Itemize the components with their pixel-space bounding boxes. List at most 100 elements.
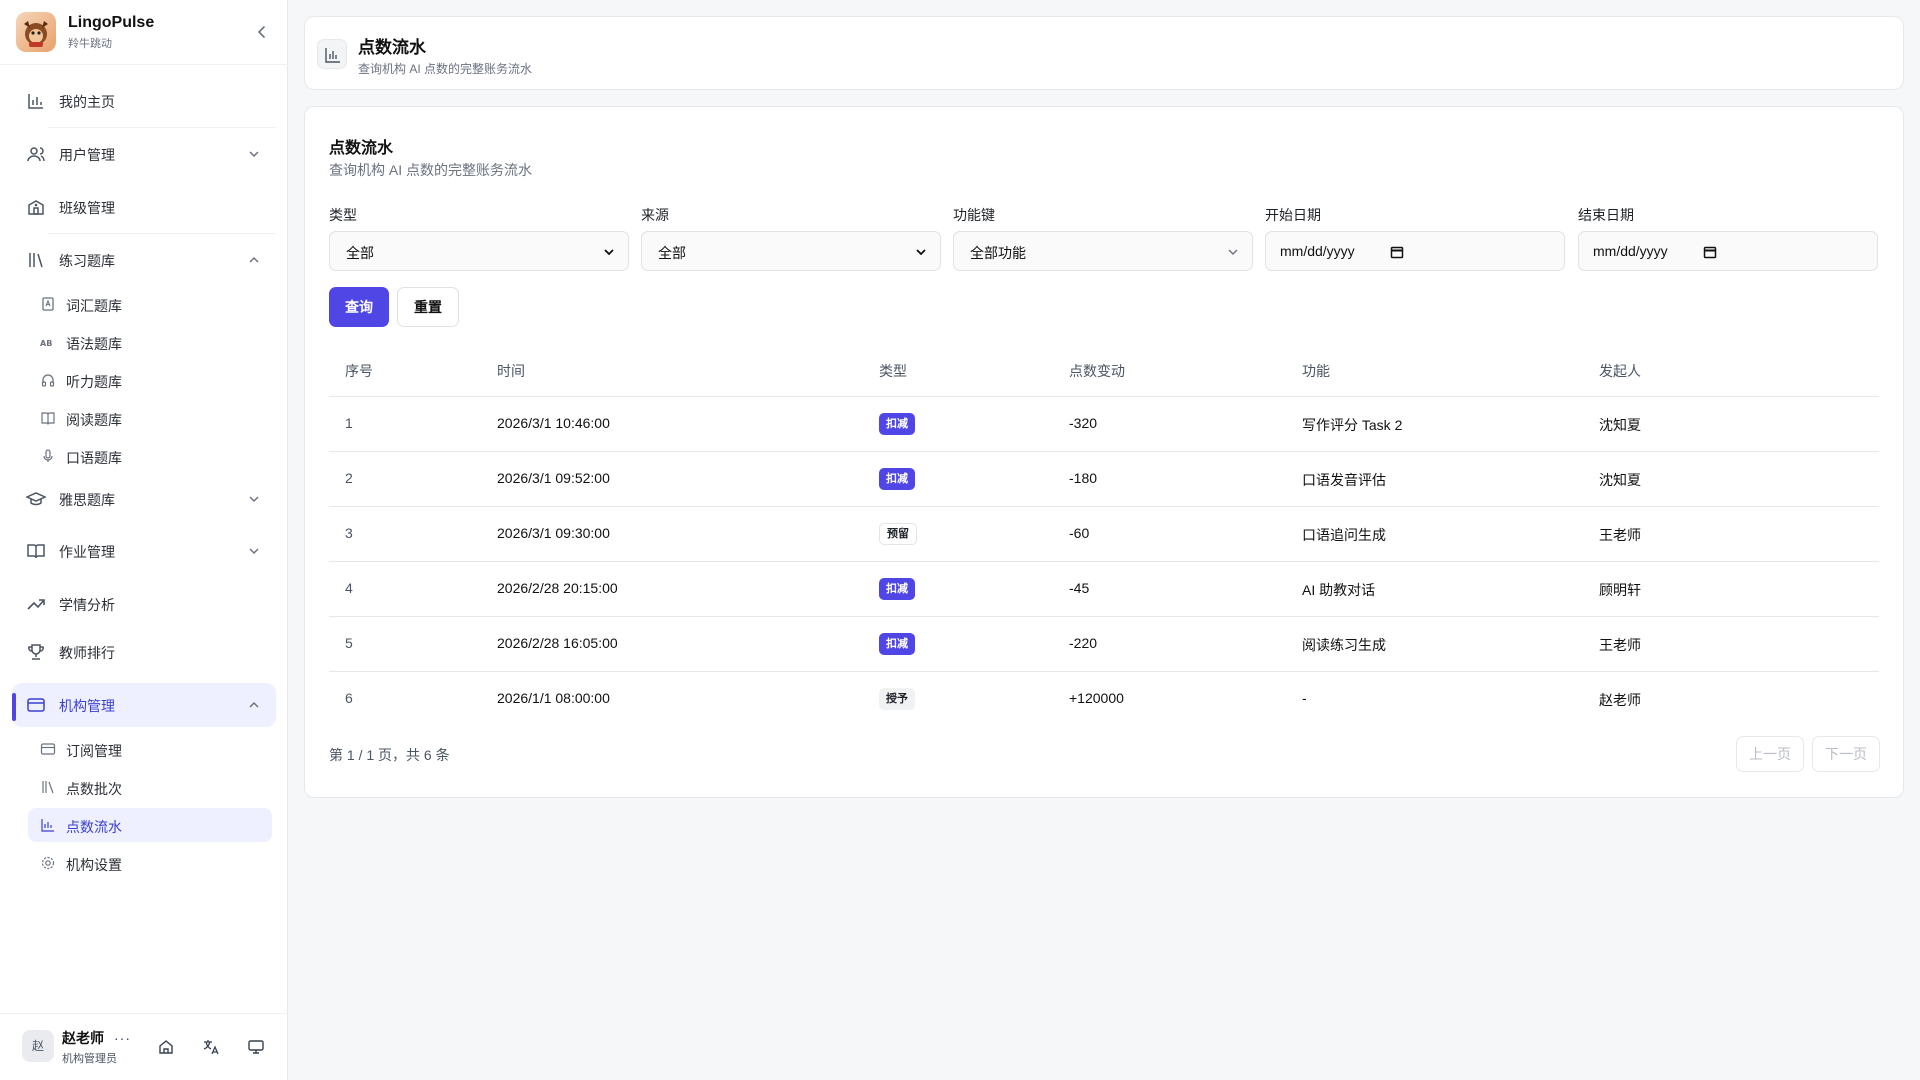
sidebar-subitem-label: 阅读题库 bbox=[66, 412, 122, 428]
filter-feature-select[interactable]: 全部功能 bbox=[953, 231, 1253, 271]
calendar-icon[interactable] bbox=[1703, 245, 1717, 259]
filter-type-value: 全部 bbox=[346, 245, 374, 261]
cell-index: 5 bbox=[345, 635, 353, 651]
sidebar-subitem-label: 机构设置 bbox=[66, 857, 122, 873]
filter-start-label: 开始日期 bbox=[1265, 207, 1321, 223]
sidebar-subitem-label: 点数批次 bbox=[66, 781, 122, 797]
cell-feature: 阅读练习生成 bbox=[1302, 637, 1386, 653]
cell-initiator: 顾明轩 bbox=[1599, 582, 1641, 598]
cell-initiator: 沈知夏 bbox=[1599, 417, 1641, 433]
sidebar-item-home[interactable]: 我的主页 bbox=[12, 79, 276, 123]
translate-icon[interactable] bbox=[202, 1038, 220, 1056]
column-header: 时间 bbox=[497, 363, 525, 379]
sidebar-item-practice-bank[interactable]: 练习题库 bbox=[12, 238, 276, 282]
collapse-sidebar-button[interactable] bbox=[252, 22, 272, 42]
sidebar-item-label: 作业管理 bbox=[59, 544, 115, 560]
user-more-button[interactable]: ··· bbox=[114, 1030, 131, 1046]
chevron-up-icon bbox=[249, 701, 259, 708]
reset-button[interactable]: 重置 bbox=[397, 287, 459, 327]
trending-up-icon bbox=[27, 599, 45, 610]
home-icon[interactable] bbox=[157, 1038, 175, 1056]
sidebar-item-org-management[interactable]: 机构管理 bbox=[12, 683, 276, 727]
sidebar-subitem-grammar[interactable]: AB 语法题库 bbox=[28, 325, 272, 359]
start-date-input[interactable]: mm/dd/yyyy bbox=[1265, 231, 1565, 271]
chevron-down-icon bbox=[249, 151, 259, 158]
cell-initiator: 王老师 bbox=[1599, 527, 1641, 543]
table-row[interactable]: 4 2026/2/28 20:15:00 扣减 -45 AI 助教对话 顾明轩 bbox=[329, 562, 1879, 617]
column-header: 功能 bbox=[1302, 363, 1330, 379]
library-icon bbox=[29, 253, 43, 268]
end-date-value: mm/dd/yyyy bbox=[1593, 243, 1668, 259]
filter-source-select[interactable]: 全部 bbox=[641, 231, 941, 271]
end-date-input[interactable]: mm/dd/yyyy bbox=[1578, 231, 1878, 271]
start-date-value: mm/dd/yyyy bbox=[1280, 243, 1355, 259]
sidebar-subitem-subscriptions[interactable]: 订阅管理 bbox=[28, 732, 272, 766]
sidebar-item-label: 教师排行 bbox=[59, 645, 115, 661]
filter-type-select[interactable]: 全部 bbox=[329, 231, 629, 271]
sidebar-item-label: 雅思题库 bbox=[59, 492, 115, 508]
page-header-icon-box bbox=[317, 39, 347, 69]
table-row[interactable]: 1 2026/3/1 10:46:00 扣减 -320 写作评分 Task 2 … bbox=[329, 397, 1879, 452]
cell-index: 2 bbox=[345, 470, 353, 486]
sidebar-item-label: 用户管理 bbox=[59, 147, 115, 163]
app-subtitle: 羚牛跳动 bbox=[68, 38, 112, 50]
credit-card-icon bbox=[40, 743, 56, 755]
next-page-button[interactable]: 下一页 bbox=[1812, 736, 1880, 772]
avatar[interactable]: 赵 bbox=[22, 1030, 54, 1062]
chevron-down-icon bbox=[604, 249, 614, 256]
sidebar-subitem-point-ledger[interactable]: 点数流水 bbox=[28, 808, 272, 842]
sidebar-item-homework[interactable]: 作业管理 bbox=[12, 529, 276, 573]
sidebar-item-ielts-bank[interactable]: 雅思题库 bbox=[12, 477, 276, 521]
sidebar-subitem-org-settings[interactable]: 机构设置 bbox=[28, 846, 272, 880]
bar-chart-icon bbox=[41, 819, 54, 832]
column-header: 序号 bbox=[345, 363, 373, 379]
type-badge: 预留 bbox=[879, 523, 917, 545]
brand[interactable]: LingoPulse 羚牛跳动 bbox=[16, 12, 272, 52]
user-name: 赵老师 bbox=[62, 1030, 104, 1046]
sidebar-subitem-listening[interactable]: 听力题库 bbox=[28, 363, 272, 397]
sidebar-item-classes[interactable]: 班级管理 bbox=[12, 185, 276, 229]
book-open-icon bbox=[27, 544, 45, 559]
sidebar-subitem-vocabulary[interactable]: 词汇题库 bbox=[28, 287, 272, 321]
sidebar-separator bbox=[48, 233, 276, 234]
cell-index: 3 bbox=[345, 525, 353, 541]
cell-initiator: 沈知夏 bbox=[1599, 472, 1641, 488]
table-row[interactable]: 2 2026/3/1 09:52:00 扣减 -180 口语发音评估 沈知夏 bbox=[329, 452, 1879, 507]
vocabulary-icon bbox=[42, 297, 54, 311]
filter-source-label: 来源 bbox=[641, 207, 669, 223]
pagination-info: 第 1 / 1 页，共 6 条 bbox=[329, 747, 450, 763]
sidebar-subitem-reading[interactable]: 阅读题库 bbox=[28, 401, 272, 435]
monitor-icon[interactable] bbox=[247, 1038, 265, 1056]
cell-feature: 写作评分 Task 2 bbox=[1302, 417, 1403, 433]
table-row[interactable]: 5 2026/2/28 16:05:00 扣减 -220 阅读练习生成 王老师 bbox=[329, 617, 1879, 672]
cell-feature: AI 助教对话 bbox=[1302, 582, 1376, 598]
type-badge: 扣减 bbox=[879, 468, 915, 490]
panel-subtitle: 查询机构 AI 点数的完整账务流水 bbox=[329, 162, 533, 178]
sidebar-subitem-label: 语法题库 bbox=[66, 336, 122, 352]
sidebar-subitem-speaking[interactable]: 口语题库 bbox=[28, 439, 272, 473]
cell-delta: +120000 bbox=[1069, 690, 1124, 706]
type-badge: 扣减 bbox=[879, 578, 915, 600]
sidebar-subitem-point-batches[interactable]: 点数批次 bbox=[28, 770, 272, 804]
sidebar-item-teacher-ranking[interactable]: 教师排行 bbox=[12, 630, 276, 674]
table-row[interactable]: 3 2026/3/1 09:30:00 预留 -60 口语追问生成 王老师 bbox=[329, 507, 1879, 562]
app-logo bbox=[16, 12, 56, 52]
cell-feature: - bbox=[1302, 690, 1307, 706]
cell-time: 2026/2/28 16:05:00 bbox=[497, 635, 618, 651]
cell-time: 2026/3/1 10:46:00 bbox=[497, 415, 610, 431]
filter-feature-value: 全部功能 bbox=[970, 245, 1026, 261]
library-icon bbox=[42, 781, 54, 794]
calendar-icon[interactable] bbox=[1390, 245, 1404, 259]
prev-page-button[interactable]: 上一页 bbox=[1736, 736, 1804, 772]
table-row[interactable]: 6 2026/1/1 08:00:00 授予 +120000 - 赵老师 bbox=[329, 672, 1879, 727]
cell-delta: -320 bbox=[1069, 415, 1098, 431]
filter-source-value: 全部 bbox=[658, 245, 686, 261]
sidebar-item-analytics[interactable]: 学情分析 bbox=[12, 582, 276, 626]
sidebar-item-users[interactable]: 用户管理 bbox=[12, 132, 276, 176]
user-role: 机构管理员 bbox=[62, 1053, 117, 1065]
query-button[interactable]: 查询 bbox=[329, 287, 389, 327]
cell-delta: -180 bbox=[1069, 470, 1098, 486]
sidebar-item-label: 我的主页 bbox=[59, 94, 115, 110]
sidebar-subitem-label: 听力题库 bbox=[66, 374, 122, 390]
chevron-down-icon bbox=[1228, 249, 1238, 255]
